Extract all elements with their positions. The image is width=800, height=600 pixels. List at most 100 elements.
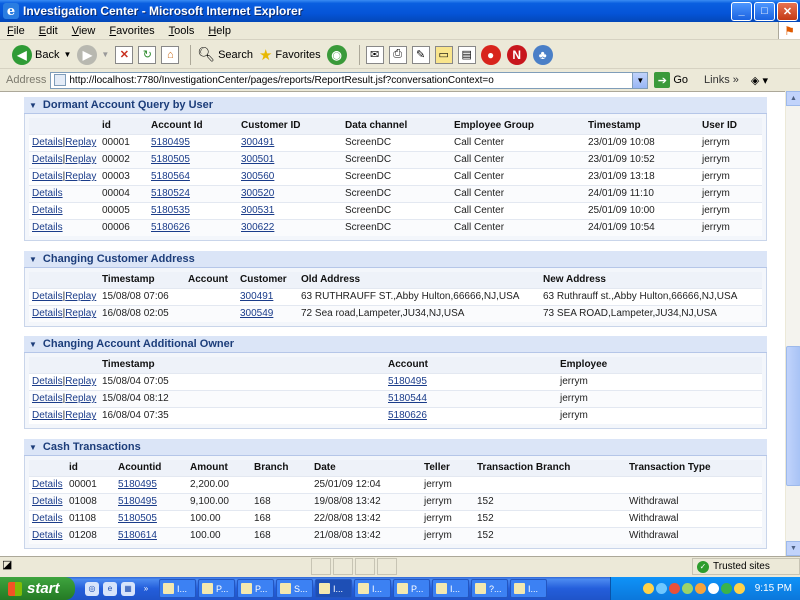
customer-link[interactable]: 300501 — [241, 154, 274, 165]
more-icon[interactable]: » — [139, 582, 153, 596]
details-link[interactable]: Details — [32, 410, 63, 421]
collapse-triangle-icon[interactable]: ▼ — [29, 443, 37, 452]
minimize-button[interactable]: _ — [731, 1, 752, 21]
quicklaunch-icon[interactable]: ◎ — [85, 581, 99, 596]
research-icon[interactable]: ▤ — [457, 45, 476, 64]
taskbar-button[interactable]: I... — [159, 579, 196, 598]
replay-link[interactable]: Replay — [65, 393, 96, 404]
favorites-button[interactable]: ★ Favorites — [259, 46, 321, 64]
panel-header[interactable]: ▼ Changing Customer Address — [24, 251, 767, 268]
customer-link[interactable]: 300520 — [241, 188, 274, 199]
toolbar-extra-icon[interactable]: ◈ ▾ — [751, 74, 768, 87]
replay-link[interactable]: Replay — [65, 171, 96, 182]
home-icon[interactable]: ⌂ — [161, 45, 180, 64]
address-url[interactable]: http://localhost:7780/InvestigationCente… — [69, 75, 632, 86]
replay-link[interactable]: Replay — [65, 154, 96, 165]
print-icon[interactable]: ⎙ — [388, 45, 407, 64]
replay-link[interactable]: Replay — [65, 410, 96, 421]
forward-button[interactable]: ▶ ▼ — [77, 44, 109, 65]
details-link[interactable]: Details — [32, 376, 63, 387]
menu-help[interactable]: Help — [201, 25, 238, 37]
scroll-thumb[interactable] — [786, 346, 800, 486]
scroll-up-icon[interactable]: ▲ — [786, 91, 800, 106]
replay-link[interactable]: Replay — [65, 308, 96, 319]
links-button[interactable]: Links » — [704, 74, 739, 86]
replay-link[interactable]: Replay — [65, 137, 96, 148]
collapse-triangle-icon[interactable]: ▼ — [29, 340, 37, 349]
details-link[interactable]: Details — [32, 496, 63, 507]
taskbar-button[interactable]: ?... — [471, 579, 508, 598]
search-button[interactable]: 🔍︎ Search — [197, 46, 253, 63]
tray-icon[interactable] — [655, 583, 667, 594]
edit-icon[interactable]: ✎ — [411, 45, 430, 64]
toolbar-addon-2-icon[interactable]: N — [506, 44, 527, 65]
close-button[interactable]: ✕ — [777, 1, 798, 21]
details-link[interactable]: Details — [32, 479, 63, 490]
desktop-quicklaunch-icon[interactable]: ▦ — [121, 581, 135, 596]
ie-quicklaunch-icon[interactable]: e — [103, 581, 117, 596]
refresh-icon[interactable]: ↻ — [138, 45, 157, 64]
customer-link[interactable]: 300622 — [241, 222, 274, 233]
customer-link[interactable]: 300531 — [241, 205, 274, 216]
notes-icon[interactable]: ▭ — [434, 45, 453, 64]
panel-header[interactable]: ▼ Cash Transactions — [24, 439, 767, 456]
account-link[interactable]: 5180626 — [151, 222, 190, 233]
taskbar-button[interactable]: I... — [510, 579, 547, 598]
panel-header[interactable]: ▼ Dormant Account Query by User — [24, 97, 767, 114]
media-icon[interactable]: ◉ — [326, 44, 347, 65]
taskbar-button[interactable]: I... — [432, 579, 469, 598]
menu-edit[interactable]: Edit — [32, 25, 65, 37]
back-dropdown-icon[interactable]: ▼ — [63, 50, 71, 59]
address-input[interactable]: http://localhost:7780/InvestigationCente… — [50, 71, 649, 89]
address-dropdown-icon[interactable]: ▼ — [632, 72, 648, 88]
mail-icon[interactable]: ✉ — [365, 45, 384, 64]
forward-dropdown-icon[interactable]: ▼ — [101, 50, 109, 59]
replay-link[interactable]: Replay — [65, 376, 96, 387]
taskbar-button[interactable]: P... — [393, 579, 430, 598]
taskbar-button[interactable]: P... — [237, 579, 274, 598]
tray-icon[interactable] — [668, 583, 680, 594]
start-button[interactable]: start — [0, 577, 75, 600]
panel-header[interactable]: ▼ Changing Account Additional Owner — [24, 336, 767, 353]
account-link[interactable]: 5180564 — [151, 171, 190, 182]
collapse-triangle-icon[interactable]: ▼ — [29, 255, 37, 264]
details-link[interactable]: Details — [32, 513, 63, 524]
back-button[interactable]: ◀ Back ▼ — [12, 44, 71, 65]
account-link[interactable]: 5180495 — [118, 496, 157, 507]
account-link[interactable]: 5180544 — [388, 393, 427, 404]
account-link[interactable]: 5180495 — [388, 376, 427, 387]
details-link[interactable]: Details — [32, 154, 63, 165]
menu-tools[interactable]: Tools — [162, 25, 202, 37]
details-link[interactable]: Details — [32, 171, 63, 182]
tray-icon[interactable] — [642, 583, 654, 594]
tray-icon[interactable] — [681, 583, 693, 594]
details-link[interactable]: Details — [32, 291, 63, 302]
taskbar-button[interactable]: P... — [198, 579, 235, 598]
taskbar-button[interactable]: S... — [276, 579, 313, 598]
account-link[interactable]: 5180535 — [151, 205, 190, 216]
menu-view[interactable]: View — [65, 25, 103, 37]
maximize-button[interactable]: □ — [754, 1, 775, 21]
details-link[interactable]: Details — [32, 308, 63, 319]
collapse-triangle-icon[interactable]: ▼ — [29, 101, 37, 110]
go-button[interactable]: ➔ Go — [654, 72, 688, 88]
account-link[interactable]: 5180505 — [151, 154, 190, 165]
tray-icon[interactable] — [707, 583, 719, 594]
details-link[interactable]: Details — [32, 188, 63, 199]
tray-icon[interactable] — [720, 583, 732, 594]
toolbar-addon-icon[interactable]: ● — [480, 44, 501, 65]
account-link[interactable]: 5180524 — [151, 188, 190, 199]
scroll-down-icon[interactable]: ▼ — [786, 541, 800, 556]
menu-favorites[interactable]: Favorites — [102, 25, 161, 37]
taskbar-button[interactable]: I... — [354, 579, 391, 598]
account-link[interactable]: 5180495 — [118, 479, 157, 490]
details-link[interactable]: Details — [32, 393, 63, 404]
details-link[interactable]: Details — [32, 205, 63, 216]
customer-link[interactable]: 300549 — [240, 308, 273, 319]
stop-icon[interactable]: ✕ — [115, 45, 134, 64]
account-link[interactable]: 5180614 — [118, 530, 157, 541]
customer-link[interactable]: 300560 — [241, 171, 274, 182]
details-link[interactable]: Details — [32, 137, 63, 148]
customer-link[interactable]: 300491 — [241, 137, 274, 148]
account-link[interactable]: 5180505 — [118, 513, 157, 524]
